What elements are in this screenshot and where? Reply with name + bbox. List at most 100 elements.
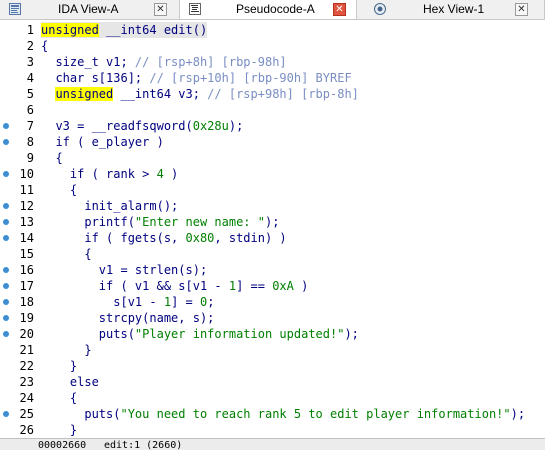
code-text: v3 = __readfsqword(0x28u); — [41, 118, 243, 134]
tab-pseudocode-a-label: Pseudocode-A — [236, 2, 315, 16]
code-token: printf( — [41, 215, 135, 229]
code-line[interactable]: 6 — [0, 102, 545, 118]
pseudocode-icon — [189, 3, 201, 15]
code-line[interactable]: 9 { — [0, 150, 545, 166]
code-line[interactable]: 14 if ( fgets(s, 0x80, stdin) ) — [0, 230, 545, 246]
code-token: char s[136]; — [41, 71, 150, 85]
code-text: if ( fgets(s, 0x80, stdin) ) — [41, 230, 286, 246]
code-comment: // [rsp+98h] [rbp-8h] — [207, 87, 359, 101]
code-line[interactable]: 8 if ( e_player ) — [0, 134, 545, 150]
breakpoint-dot-icon[interactable] — [3, 267, 9, 273]
code-literal: 4 — [156, 167, 164, 181]
tab-pseudocode-a-close-icon[interactable]: ✕ — [333, 3, 346, 16]
line-number: 3 — [26, 55, 34, 69]
tab-pseudocode-a[interactable]: Pseudocode-A ✕ — [180, 0, 357, 19]
code-token: { — [41, 391, 78, 405]
breakpoint-dot-icon[interactable] — [3, 139, 9, 145]
code-token: v3 = __readfsqword( — [41, 119, 193, 133]
code-line[interactable]: 7 v3 = __readfsqword(0x28u); — [0, 118, 545, 134]
code-text: size_t v1; // [rsp+8h] [rbp-98h] — [41, 54, 287, 70]
code-line[interactable]: 13 printf("Enter new name: "); — [0, 214, 545, 230]
code-token: ) — [163, 167, 179, 181]
pseudocode-editor[interactable]: 1 unsigned __int64 edit() 2{3 size_t v1; /… — [0, 20, 545, 438]
line-number: 7 — [26, 119, 34, 133]
code-line[interactable]: 12 init_alarm(); — [0, 198, 545, 214]
code-text: printf("Enter new name: "); — [41, 214, 279, 230]
code-line[interactable]: 18 s[v1 - 1] = 0; — [0, 294, 545, 310]
code-text: { — [41, 38, 48, 54]
code-line[interactable]: 11 { — [0, 182, 545, 198]
code-text: if ( e_player ) — [41, 134, 164, 150]
breakpoint-dot-icon[interactable] — [3, 299, 9, 305]
code-literal: 1 — [163, 295, 172, 309]
code-line[interactable]: 23 else — [0, 374, 545, 390]
code-token: } — [41, 359, 78, 373]
code-token: if ( rank > — [41, 167, 157, 181]
code-line[interactable]: 22 } — [0, 358, 545, 374]
code-literal: 0x80 — [185, 231, 215, 245]
code-token: ); — [264, 215, 280, 229]
code-line[interactable]: 1 unsigned __int64 edit() — [0, 22, 545, 38]
breakpoint-dot-icon[interactable] — [3, 171, 9, 177]
tab-hex-view-1[interactable]: Hex View-1 ✕ — [357, 0, 545, 19]
line-number: 16 — [19, 263, 34, 277]
line-number: 19 — [19, 311, 34, 325]
code-line[interactable]: 4 char s[136]; // [rsp+10h] [rbp-90h] BY… — [0, 70, 545, 86]
code-token: s[v1 - — [41, 295, 164, 309]
code-line[interactable]: 20 puts("Player information updated!"); — [0, 326, 545, 342]
code-text: } — [41, 342, 91, 358]
code-token: init_alarm(); — [41, 199, 179, 213]
code-token: { — [41, 151, 63, 165]
code-line[interactable]: 10 if ( rank > 4 ) — [0, 166, 545, 182]
code-text: if ( rank > 4 ) — [41, 166, 178, 182]
code-comment: // [rsp+10h] [rbp-90h] BYREF — [149, 71, 352, 85]
code-token: puts( — [41, 327, 135, 341]
breakpoint-dot-icon[interactable] — [3, 331, 9, 337]
code-text: else — [41, 374, 99, 390]
breakpoint-dot-icon[interactable] — [3, 235, 9, 241]
code-text: { — [41, 182, 77, 198]
code-line[interactable]: 25 puts("You need to reach rank 5 to edi… — [0, 406, 545, 422]
code-line[interactable]: 3 size_t v1; // [rsp+8h] [rbp-98h] — [0, 54, 545, 70]
code-line[interactable]: 2{ — [0, 38, 545, 54]
code-text: } — [41, 422, 77, 438]
tab-hex-view-1-close-icon[interactable]: ✕ — [515, 3, 528, 16]
code-comment: // [rsp+8h] [rbp-98h] — [134, 55, 287, 69]
tab-ida-view-a[interactable]: IDA View-A ✕ — [0, 0, 180, 19]
line-number: 20 — [19, 327, 34, 341]
code-text: { — [41, 390, 77, 406]
code-token: else — [41, 375, 99, 389]
breakpoint-dot-icon[interactable] — [3, 411, 9, 417]
status-bar: 00002660 edit:1 (2660) — [0, 438, 545, 450]
code-line[interactable]: 26 } — [0, 422, 545, 438]
tab-bar: IDA View-A ✕ Pseudocode-A ✕ Hex View-1 ✕ — [0, 0, 545, 20]
code-line[interactable]: 15 { — [0, 246, 545, 262]
code-literal: "Player information updated!" — [134, 327, 345, 341]
code-line[interactable]: 24 { — [0, 390, 545, 406]
breakpoint-dot-icon[interactable] — [3, 203, 9, 209]
breakpoint-dot-icon[interactable] — [3, 123, 9, 129]
tab-ida-view-a-close-icon[interactable]: ✕ — [154, 3, 167, 16]
code-text: s[v1 - 1] = 0; — [41, 294, 214, 310]
code-token: puts( — [41, 407, 121, 421]
line-number: 22 — [19, 359, 34, 373]
line-number: 24 — [19, 391, 34, 405]
code-line[interactable]: 16 v1 = strlen(s); — [0, 262, 545, 278]
breakpoint-dot-icon[interactable] — [3, 315, 9, 321]
code-token: if ( e_player ) — [41, 135, 164, 149]
breakpoint-dot-icon[interactable] — [3, 283, 9, 289]
code-text: puts("Player information updated!"); — [41, 326, 359, 342]
line-number: 12 — [19, 199, 34, 213]
code-text: if ( v1 && s[v1 - 1] == 0xA ) — [41, 278, 309, 294]
line-number: 13 — [19, 215, 34, 229]
keyword-highlight: unsigned — [55, 87, 114, 101]
code-line[interactable]: 19 strcpy(name, s); — [0, 310, 545, 326]
code-line[interactable]: 5 unsigned __int64 v3; // [rsp+98h] [rbp… — [0, 86, 545, 102]
code-literal: 1 — [228, 279, 237, 293]
code-text: } — [41, 358, 77, 374]
breakpoint-dot-icon[interactable] — [3, 219, 9, 225]
code-line[interactable]: 17 if ( v1 && s[v1 - 1] == 0xA ) — [0, 278, 545, 294]
code-line[interactable]: 21 } — [0, 342, 545, 358]
line-number: 10 — [19, 167, 34, 181]
code-token: size_t v1; — [41, 55, 135, 69]
